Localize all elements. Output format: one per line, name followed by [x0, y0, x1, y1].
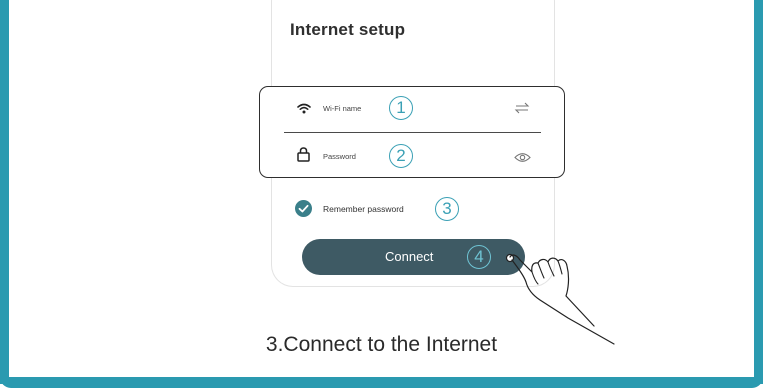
- step-2-marker: 2: [389, 144, 413, 168]
- connect-button[interactable]: Connect: [302, 239, 525, 275]
- wifi-name-label: Wi-Fi name: [323, 104, 362, 113]
- swap-arrows-icon[interactable]: [514, 101, 530, 119]
- checkmark-icon: [298, 204, 309, 213]
- step-1-marker: 1: [389, 96, 413, 120]
- step-caption: 3.Connect to the Internet: [0, 333, 763, 357]
- connect-button-label: Connect: [385, 249, 434, 264]
- wifi-name-field[interactable]: Wi-Fi name: [323, 104, 361, 113]
- step-caption-text: 3.Connect to the Internet: [265, 333, 498, 356]
- wifi-icon: [297, 101, 311, 119]
- password-label: Password: [323, 152, 356, 161]
- remember-password-checkbox[interactable]: [295, 200, 312, 217]
- remember-password-label: Remember password: [323, 204, 404, 214]
- step-4-marker: 4: [467, 245, 491, 269]
- password-field[interactable]: Password: [323, 152, 356, 161]
- step-3-marker: 3: [435, 197, 459, 221]
- frame-left-border: [0, 0, 9, 384]
- lock-icon: [297, 147, 310, 167]
- eye-icon[interactable]: [514, 150, 531, 168]
- frame-right-border: [754, 0, 763, 384]
- field-divider: [284, 132, 541, 133]
- frame-bottom-border: [0, 377, 763, 388]
- page-title: Internet setup: [290, 20, 406, 39]
